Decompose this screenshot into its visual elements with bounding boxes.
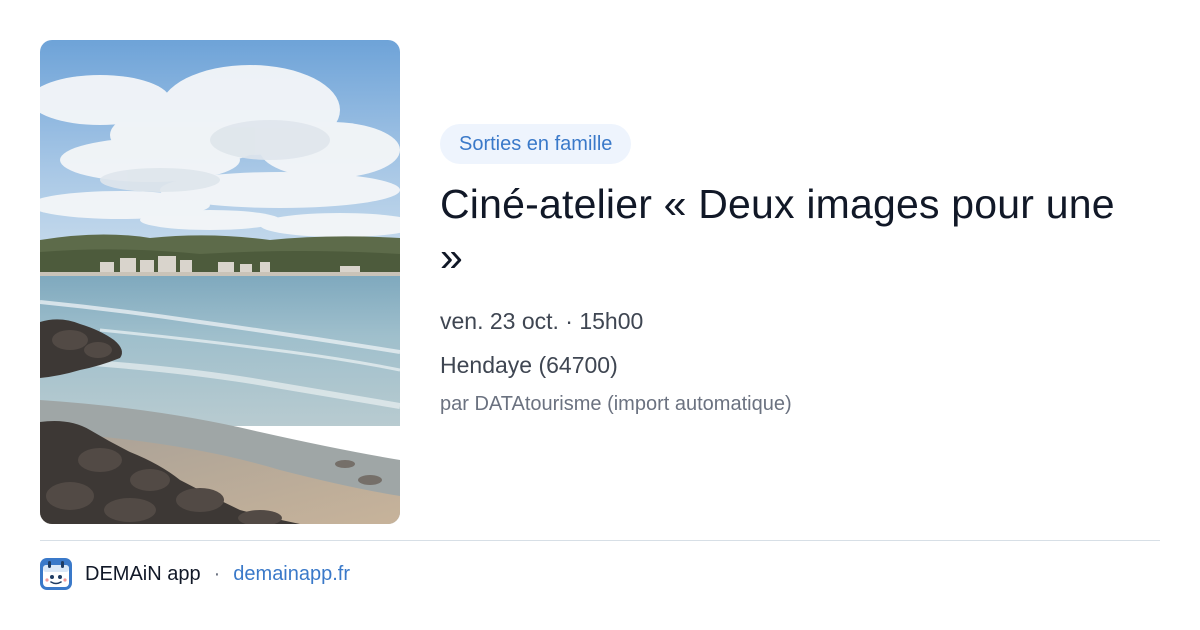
app-logo-icon [40,558,72,590]
divider [40,540,1160,541]
event-title: Ciné-atelier « Deux images pour une » [440,181,1115,280]
event-details: Sorties en famille Ciné-atelier « Deux i… [440,124,1160,418]
category-tag[interactable]: Sorties en famille [440,124,632,164]
footer: DEMAiN app · demainapp.fr [40,558,350,590]
event-date: ven. 23 oct. · 15h00 [440,308,644,334]
event-photo [40,40,400,524]
event-source: par DATAtourisme (import automatique) [440,393,792,415]
app-website-link[interactable]: demainapp.fr [233,563,350,586]
app-name: DEMAiN app [85,562,201,585]
footer-separator: · [213,562,221,585]
event-location: Hendaye (64700) [440,352,618,378]
